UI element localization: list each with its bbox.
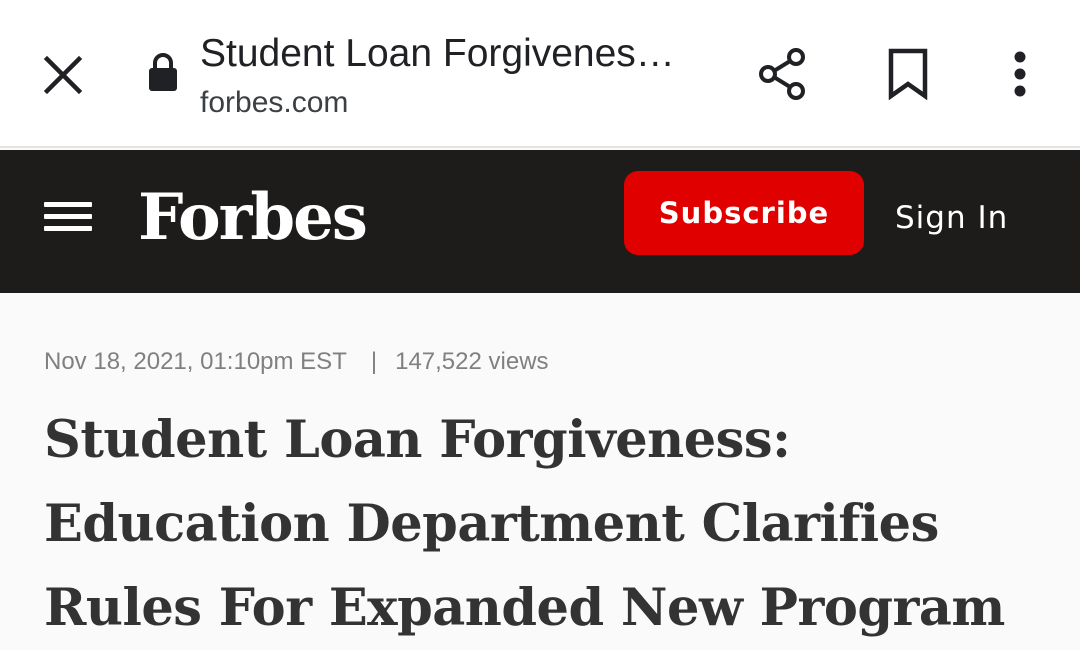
- site-header: Forbes Subscribe Sign In: [0, 150, 1080, 293]
- article-meta: Nov 18, 2021, 01:10pm EST | 147,522 views: [44, 346, 549, 378]
- browser-toolbar: Student Loan Forgivenes… forbes.com: [0, 0, 1080, 148]
- share-icon[interactable]: [752, 42, 814, 106]
- page-domain[interactable]: forbes.com: [200, 84, 348, 122]
- article-date: Nov 18, 2021, 01:10pm EST: [44, 348, 347, 375]
- bookmark-icon[interactable]: [880, 44, 936, 104]
- article-views: 147,522 views: [395, 348, 549, 375]
- page-title[interactable]: Student Loan Forgivenes…: [200, 30, 700, 78]
- forbes-logo[interactable]: Forbes: [138, 178, 368, 258]
- subscribe-button[interactable]: Subscribe: [624, 171, 864, 255]
- hamburger-menu-icon[interactable]: [44, 202, 92, 236]
- article-headline: Student Loan Forgiveness: Education Depa…: [44, 410, 1005, 638]
- meta-separator: |: [370, 348, 378, 375]
- lock-icon[interactable]: [145, 50, 181, 94]
- sign-in-link[interactable]: Sign In: [895, 198, 1008, 238]
- close-icon[interactable]: [30, 48, 96, 102]
- more-vert-icon[interactable]: [1000, 44, 1040, 104]
